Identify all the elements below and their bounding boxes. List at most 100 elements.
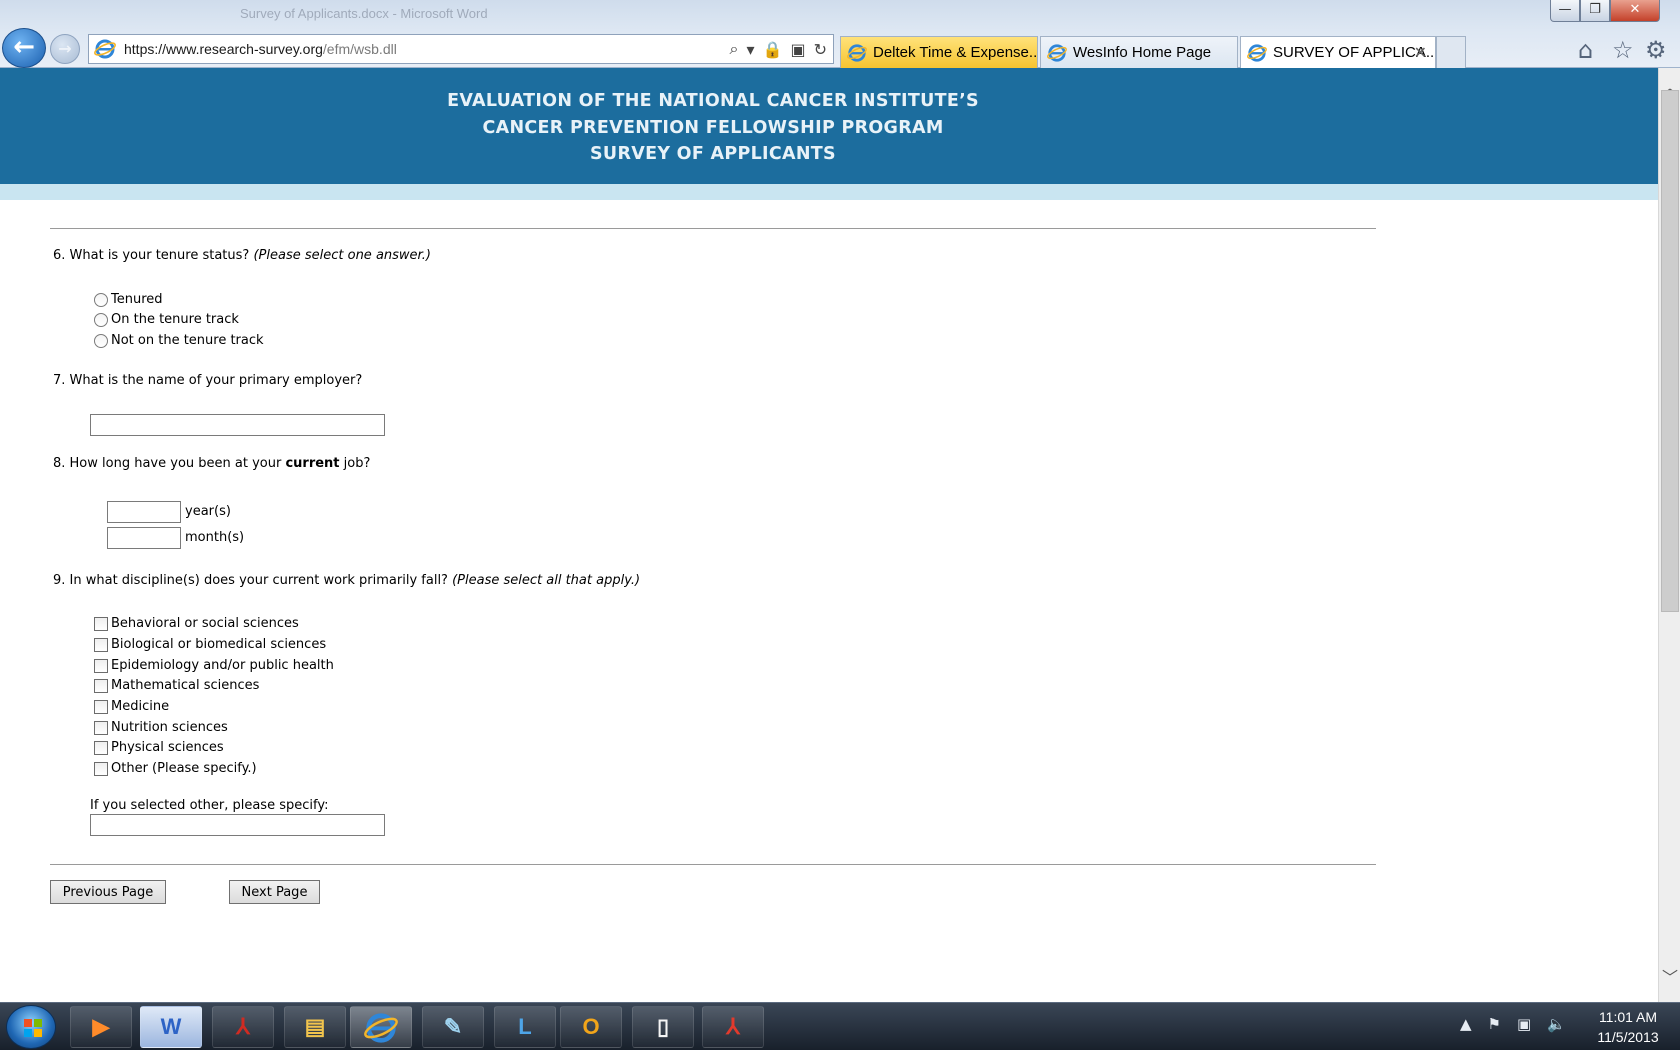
taskbar-word[interactable]: W — [140, 1006, 202, 1048]
checkbox-nutrition[interactable]: Nutrition sciences — [94, 720, 228, 735]
tab-survey[interactable]: SURVEY OF APPLICA... ✕ — [1240, 36, 1436, 68]
address-tools: ⌕ ▾ 🔒 ▣ ↻ — [730, 39, 827, 59]
refresh-icon[interactable]: ↻ — [814, 40, 827, 59]
months-input[interactable] — [107, 527, 181, 549]
scroll-down-icon[interactable]: ﹀ — [1659, 964, 1680, 988]
ie-icon — [1247, 43, 1267, 63]
checkbox[interactable] — [94, 678, 108, 693]
tab-label: Deltek Time & Expense... — [873, 44, 1038, 61]
minimize-button[interactable]: — — [1550, 0, 1580, 22]
checkbox-physical[interactable]: Physical sciences — [94, 740, 224, 755]
close-window-button[interactable]: ✕ — [1610, 0, 1660, 22]
favorites-star-icon[interactable]: ☆ — [1612, 36, 1634, 64]
option-label: Nutrition sciences — [111, 720, 228, 735]
checkbox[interactable] — [94, 740, 108, 755]
clock[interactable]: 11:01 AM 11/5/2013 — [1580, 1007, 1676, 1047]
checkbox-mathematical[interactable]: Mathematical sciences — [94, 678, 259, 693]
taskbar-media-player[interactable]: ▶ — [70, 1006, 132, 1048]
maximize-button[interactable]: ❐ — [1580, 0, 1610, 22]
system-tray: ▲ ⚑ ▣ 🔈 — [1460, 1015, 1566, 1033]
option-label: On the tenure track — [111, 312, 239, 327]
checkbox-medicine[interactable]: Medicine — [94, 699, 169, 714]
radio-button[interactable] — [94, 333, 108, 348]
checkbox-behavioral[interactable]: Behavioral or social sciences — [94, 616, 299, 631]
option-label: Mathematical sciences — [111, 678, 260, 693]
checkbox[interactable] — [94, 616, 108, 631]
question-7: 7. What is the name of your primary empl… — [53, 373, 362, 388]
taskbar-internet-explorer[interactable] — [350, 1006, 412, 1048]
network-icon[interactable]: ▣ — [1517, 1015, 1531, 1033]
gear-icon[interactable]: ⚙ — [1645, 36, 1667, 64]
clock-date: 11/5/2013 — [1597, 1029, 1659, 1045]
years-input[interactable] — [107, 501, 181, 523]
vertical-scrollbar[interactable]: ︿ ﹀ — [1658, 68, 1680, 1002]
taskbar-file-explorer[interactable]: ▤ — [284, 1006, 346, 1048]
question-text: 9. In what discipline(s) does your curre… — [53, 573, 448, 588]
taskbar-acrobat[interactable]: ⅄ — [702, 1006, 764, 1048]
address-bar[interactable]: https://www.research-survey.org/efm/wsb.… — [88, 34, 834, 64]
home-icon[interactable]: ⌂ — [1578, 36, 1593, 64]
checkbox-epidemiology[interactable]: Epidemiology and/or public health — [94, 658, 334, 673]
question-emphasis: current — [285, 456, 340, 471]
radio-on-tenure-track[interactable]: On the tenure track — [94, 312, 239, 327]
employer-input[interactable] — [90, 414, 385, 436]
browser-chrome: Survey of Applicants.docx - Microsoft Wo… — [0, 0, 1680, 68]
banner-line-2: CANCER PREVENTION FELLOWSHIP PROGRAM — [482, 117, 944, 138]
back-button[interactable]: ← — [2, 28, 46, 68]
checkbox[interactable] — [94, 637, 108, 652]
close-tab-icon[interactable]: ✕ — [1414, 43, 1427, 63]
checkbox[interactable] — [94, 658, 108, 673]
windows-logo-icon — [24, 1019, 42, 1037]
start-button[interactable] — [6, 1005, 56, 1049]
next-page-button[interactable]: Next Page — [229, 880, 320, 904]
checkbox[interactable] — [94, 699, 108, 714]
question-6: 6. What is your tenure status? (Please s… — [53, 248, 431, 263]
question-text: 7. What is the name of your primary empl… — [53, 373, 363, 388]
compatibility-icon[interactable]: ▣ — [790, 40, 805, 59]
show-hidden-icons-icon[interactable]: ▲ — [1460, 1015, 1472, 1033]
search-icon[interactable]: ⌕ — [730, 39, 739, 59]
tab-label: SURVEY OF APPLICA... — [1273, 44, 1436, 61]
checkbox-biological[interactable]: Biological or biomedical sciences — [94, 637, 326, 652]
option-label: Biological or biomedical sciences — [111, 637, 327, 652]
other-specify-input[interactable] — [90, 814, 385, 836]
option-label: Physical sciences — [111, 740, 224, 755]
taskbar-lync[interactable]: L — [494, 1006, 556, 1048]
taskbar-blank-document[interactable]: ▯ — [632, 1006, 694, 1048]
radio-button[interactable] — [94, 292, 108, 307]
option-label: Not on the tenure track — [111, 333, 264, 348]
checkbox[interactable] — [94, 761, 108, 776]
banner-strip — [0, 184, 1658, 200]
months-label: month(s) — [185, 530, 245, 545]
question-text: 8. How long have you been at your — [53, 456, 286, 471]
survey-banner: EVALUATION OF THE NATIONAL CANCER INSTIT… — [0, 68, 1658, 184]
tab-deltek[interactable]: Deltek Time & Expense... — [840, 36, 1038, 68]
option-label: Tenured — [111, 292, 163, 307]
radio-not-on-tenure-track[interactable]: Not on the tenure track — [94, 333, 264, 348]
tab-wesinfo[interactable]: WesInfo Home Page — [1040, 36, 1238, 68]
taskbar-outlook[interactable]: O — [560, 1006, 622, 1048]
banner-line-1: EVALUATION OF THE NATIONAL CANCER INSTIT… — [447, 91, 979, 111]
url-text: https://www.research-survey.org/efm/wsb.… — [124, 41, 397, 57]
previous-page-button[interactable]: Previous Page — [50, 880, 166, 904]
question-hint: (Please select all that apply.) — [452, 573, 641, 588]
lock-icon[interactable]: 🔒 — [763, 40, 783, 59]
question-text: 6. What is your tenure status? — [53, 248, 250, 263]
dropdown-icon[interactable]: ▾ — [747, 40, 755, 59]
question-text-end: job? — [339, 456, 371, 471]
radio-tenured[interactable]: Tenured — [94, 292, 163, 307]
checkbox-other[interactable]: Other (Please specify.) — [94, 761, 257, 776]
taskbar-adobe-reader[interactable]: ⅄ — [212, 1006, 274, 1048]
scroll-thumb[interactable] — [1661, 90, 1679, 612]
action-center-flag-icon[interactable]: ⚑ — [1488, 1015, 1501, 1033]
banner-title: EVALUATION OF THE NATIONAL CANCER INSTIT… — [0, 88, 1426, 168]
forward-button[interactable]: → — [50, 34, 80, 64]
volume-icon[interactable]: 🔈 — [1547, 1015, 1566, 1033]
taskbar-notepad[interactable]: ✎ — [422, 1006, 484, 1048]
taskbar: ▶ W ⅄ ▤ ✎ L O ▯ ⅄ ▲ ⚑ ▣ 🔈 11:01 AM 11/5/… — [0, 1002, 1680, 1050]
question-9: 9. In what discipline(s) does your curre… — [53, 573, 640, 588]
new-tab-button[interactable] — [1436, 36, 1466, 68]
option-label: Behavioral or social sciences — [111, 616, 299, 631]
checkbox[interactable] — [94, 720, 108, 735]
radio-button[interactable] — [94, 312, 108, 327]
